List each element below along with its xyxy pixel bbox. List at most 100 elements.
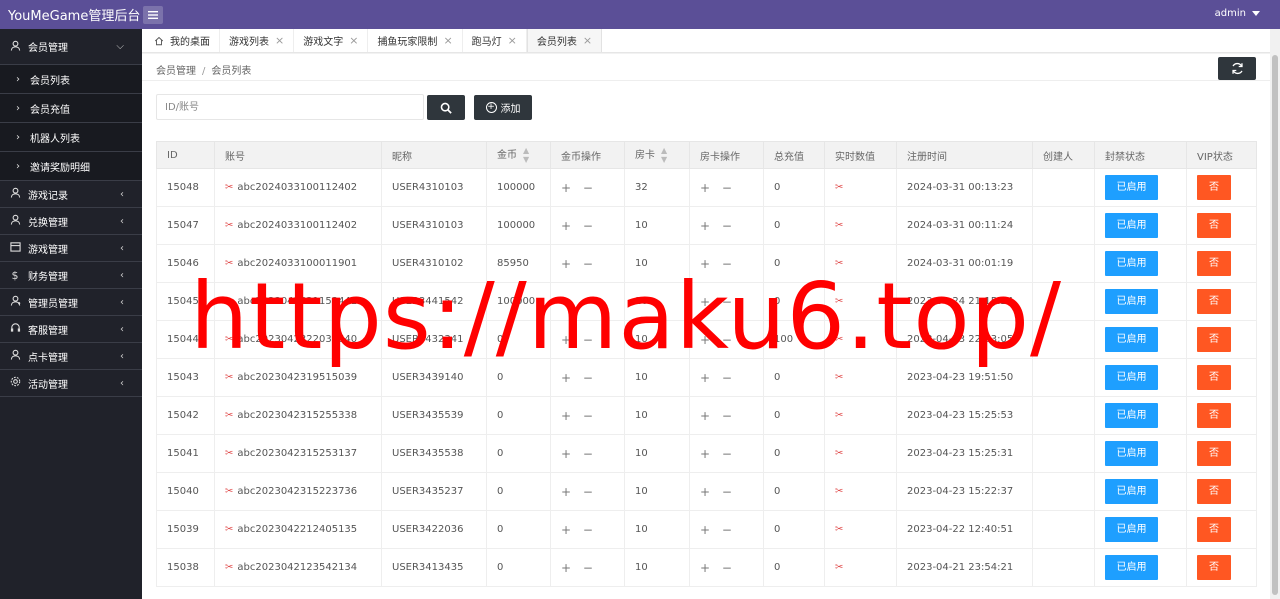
enabled-button[interactable]: 已启用 xyxy=(1105,365,1158,390)
card-plus-minus-buttons[interactable]: + − xyxy=(700,219,736,233)
sidebar-group[interactable]: 会员管理 ⌵ xyxy=(0,29,142,65)
sidebar-group[interactable]: $ 财务管理 ‹ xyxy=(0,262,142,289)
vip-no-button[interactable]: 否 xyxy=(1197,517,1231,542)
realtime-x-icon[interactable]: ✂ xyxy=(835,372,843,383)
vip-no-button[interactable]: 否 xyxy=(1197,289,1231,314)
sidebar-group[interactable]: 客服管理 ‹ xyxy=(0,316,142,343)
realtime-x-icon[interactable]: ✂ xyxy=(835,486,843,497)
column-header[interactable]: 房卡 ▲ ▼ xyxy=(624,141,690,169)
menu-toggle-button[interactable] xyxy=(143,5,163,24)
sidebar-item[interactable]: › 邀请奖励明细 xyxy=(0,152,142,181)
realtime-x-icon[interactable]: ✂ xyxy=(835,220,843,231)
enabled-button[interactable]: 已启用 xyxy=(1105,213,1158,238)
card-plus-minus-buttons[interactable]: + − xyxy=(700,523,736,537)
cell-vip-status: 否 xyxy=(1186,434,1257,473)
sidebar-item[interactable]: › 会员列表 xyxy=(0,65,142,94)
gold-plus-minus-buttons[interactable]: + − xyxy=(561,409,597,423)
cell-gold-ops: + − xyxy=(550,168,625,207)
gold-plus-minus-buttons[interactable]: + − xyxy=(561,561,597,575)
sidebar-group-label: 财务管理 xyxy=(28,271,68,283)
card-icon xyxy=(8,349,22,363)
card-plus-minus-buttons[interactable]: + − xyxy=(700,447,736,461)
realtime-x-icon[interactable]: ✂ xyxy=(835,182,843,193)
sort-icon[interactable]: ▲ ▼ xyxy=(523,146,529,164)
column-header[interactable]: 金币 ▲ ▼ xyxy=(486,141,551,169)
enabled-button[interactable]: 已启用 xyxy=(1105,479,1158,504)
enabled-button[interactable]: 已启用 xyxy=(1105,175,1158,200)
cell-card-ops: + − xyxy=(689,472,764,511)
vip-no-button[interactable]: 否 xyxy=(1197,441,1231,466)
sidebar-group[interactable]: 游戏记录 ‹ xyxy=(0,181,142,208)
sidebar-group-label: 游戏记录 xyxy=(28,190,68,202)
realtime-x-icon[interactable]: ✂ xyxy=(835,448,843,459)
vip-no-button[interactable]: 否 xyxy=(1197,365,1231,390)
close-icon[interactable]: × xyxy=(583,34,592,47)
enabled-button[interactable]: 已启用 xyxy=(1105,251,1158,276)
add-button[interactable]: + 添加 xyxy=(474,95,532,120)
cell-realtime: ✂ xyxy=(824,510,897,549)
user-menu[interactable]: admin xyxy=(1215,8,1260,19)
enabled-button[interactable]: 已启用 xyxy=(1105,403,1158,428)
breadcrumb-parent[interactable]: 会员管理 xyxy=(156,66,196,77)
sidebar-item-label: 会员充值 xyxy=(30,104,70,116)
account-text: abc2024033100112402 xyxy=(237,220,358,231)
sidebar-item[interactable]: › 机器人列表 xyxy=(0,123,142,152)
gold-plus-minus-buttons[interactable]: + − xyxy=(561,523,597,537)
vip-no-button[interactable]: 否 xyxy=(1197,479,1231,504)
close-icon[interactable]: × xyxy=(508,34,517,47)
card-plus-minus-buttons[interactable]: + − xyxy=(700,371,736,385)
sidebar-item-label: 会员列表 xyxy=(30,75,70,87)
gold-plus-minus-buttons[interactable]: + − xyxy=(561,447,597,461)
vip-no-button[interactable]: 否 xyxy=(1197,213,1231,238)
sidebar-item[interactable]: › 会员充值 xyxy=(0,94,142,123)
tab[interactable]: 我的桌面 xyxy=(145,29,220,52)
tab[interactable]: 捕鱼玩家限制 × xyxy=(368,29,463,52)
vip-no-button[interactable]: 否 xyxy=(1197,327,1231,352)
refresh-button[interactable] xyxy=(1218,57,1256,80)
gold-plus-minus-buttons[interactable]: + − xyxy=(561,219,597,233)
vip-no-button[interactable]: 否 xyxy=(1197,175,1231,200)
search-input[interactable] xyxy=(156,94,424,120)
card-plus-minus-buttons[interactable]: + − xyxy=(700,181,736,195)
card-plus-minus-buttons[interactable]: + − xyxy=(700,485,736,499)
close-icon[interactable]: × xyxy=(349,34,358,47)
cell-realtime: ✂ xyxy=(824,396,897,435)
enabled-button[interactable]: 已启用 xyxy=(1105,327,1158,352)
column-header: 账号 xyxy=(214,141,382,169)
cell-vip-status: 否 xyxy=(1186,206,1257,245)
vip-no-button[interactable]: 否 xyxy=(1197,251,1231,276)
realtime-x-icon[interactable]: ✂ xyxy=(835,562,843,573)
tab[interactable]: 会员列表 × xyxy=(526,29,603,52)
cell-realtime: ✂ xyxy=(824,548,897,587)
enabled-button[interactable]: 已启用 xyxy=(1105,441,1158,466)
tab[interactable]: 游戏文字 × xyxy=(294,29,369,52)
sidebar-group[interactable]: 点卡管理 ‹ xyxy=(0,343,142,370)
chevron-right-icon: › xyxy=(16,73,20,85)
scrollbar[interactable] xyxy=(1270,29,1280,599)
sort-icon[interactable]: ▲ ▼ xyxy=(661,146,667,164)
enabled-button[interactable]: 已启用 xyxy=(1105,289,1158,314)
vip-no-button[interactable]: 否 xyxy=(1197,403,1231,428)
gold-plus-minus-buttons[interactable]: + − xyxy=(561,181,597,195)
gold-plus-minus-buttons[interactable]: + − xyxy=(561,371,597,385)
tab[interactable]: 跑马灯 × xyxy=(463,29,527,52)
unbind-x-icon: ✂ xyxy=(225,372,234,383)
card-plus-minus-buttons[interactable]: + − xyxy=(700,409,736,423)
enabled-button[interactable]: 已启用 xyxy=(1105,555,1158,580)
vip-no-button[interactable]: 否 xyxy=(1197,555,1231,580)
sidebar-group[interactable]: 活动管理 ‹ xyxy=(0,370,142,397)
sidebar-group[interactable]: 兑换管理 ‹ xyxy=(0,208,142,235)
tab[interactable]: 游戏列表 × xyxy=(220,29,295,52)
scrollbar-thumb[interactable] xyxy=(1272,55,1278,595)
close-icon[interactable]: × xyxy=(275,34,284,47)
gold-plus-minus-buttons[interactable]: + − xyxy=(561,485,597,499)
card-plus-minus-buttons[interactable]: + − xyxy=(700,561,736,575)
enabled-button[interactable]: 已启用 xyxy=(1105,517,1158,542)
sidebar-group[interactable]: 管理员管理 ‹ xyxy=(0,289,142,316)
realtime-x-icon[interactable]: ✂ xyxy=(835,524,843,535)
sidebar-group[interactable]: 游戏管理 ‹ xyxy=(0,235,142,262)
realtime-x-icon[interactable]: ✂ xyxy=(835,410,843,421)
search-button[interactable] xyxy=(427,95,465,120)
cell-realtime: ✂ xyxy=(824,168,897,207)
close-icon[interactable]: × xyxy=(443,34,452,47)
